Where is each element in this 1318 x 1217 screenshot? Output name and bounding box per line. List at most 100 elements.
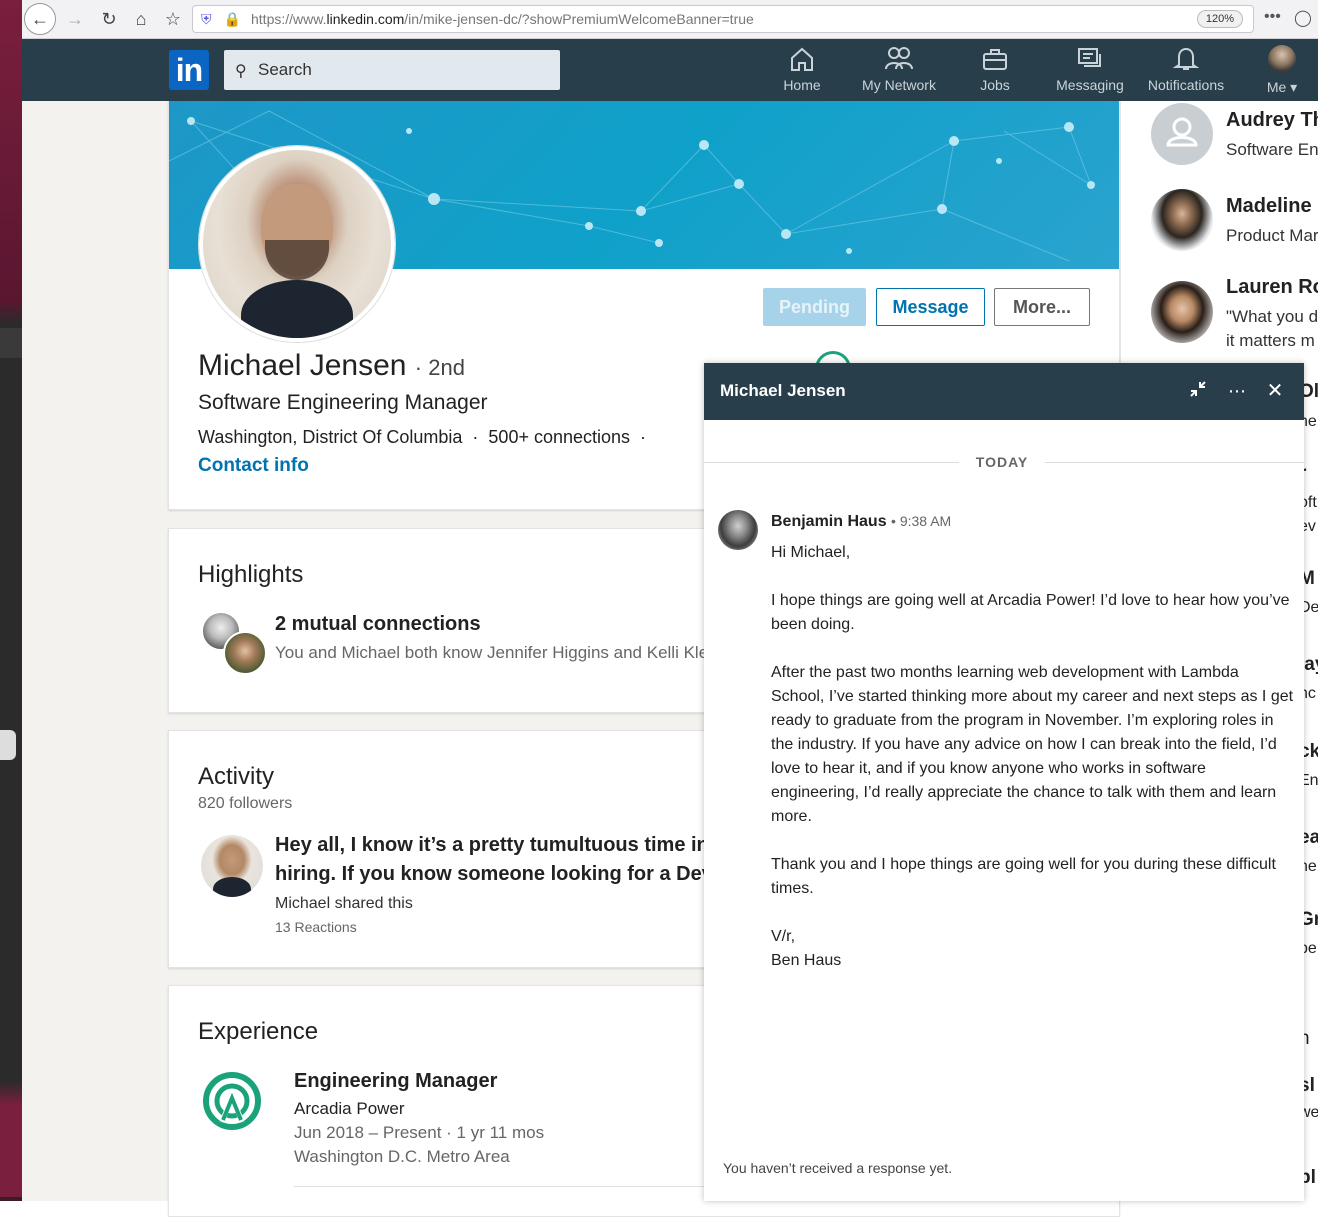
- nav-messaging[interactable]: Messaging: [1054, 45, 1126, 93]
- pending-button[interactable]: Pending: [763, 288, 866, 326]
- person-placeholder-icon: [1166, 117, 1198, 147]
- activity-shared-text: Michael shared this: [275, 895, 413, 912]
- close-icon[interactable]: ✕: [1263, 379, 1287, 403]
- message-window-header[interactable]: Michael Jensen ⋯ ✕: [704, 363, 1304, 420]
- nav-me[interactable]: Me ▾: [1258, 39, 1306, 96]
- bookmark-icon[interactable]: ☆: [158, 4, 188, 34]
- profile-headline: Software Engineering Manager: [198, 391, 488, 414]
- person-headline: Product Mar: [1226, 226, 1318, 245]
- experience-title: Experience: [198, 1018, 319, 1045]
- person-name: Lauren Ro: [1226, 276, 1318, 298]
- person-headline: "What you d: [1226, 307, 1318, 326]
- avatar: [1151, 281, 1213, 343]
- mutual-connections-title[interactable]: 2 mutual connections: [275, 613, 481, 636]
- url-domain: linkedin.com: [326, 11, 405, 27]
- minimize-icon[interactable]: [1186, 379, 1210, 403]
- home-icon[interactable]: ⌂: [126, 4, 156, 34]
- message-paragraph: I hope things are going well at Arcadia …: [771, 592, 1290, 633]
- pocket-icon[interactable]: ◯: [1294, 8, 1312, 28]
- nav-me-text: Me: [1266, 79, 1287, 95]
- more-options-icon[interactable]: ⋯: [1225, 379, 1249, 403]
- experience-dates: Jun 2018 – Present · 1 yr 11 mos: [294, 1123, 545, 1142]
- person-name: Audrey Th: [1226, 109, 1318, 131]
- page-actions-menu-icon[interactable]: •••: [1264, 8, 1281, 26]
- person-name: Madeline I: [1226, 195, 1318, 217]
- url-bar[interactable]: ⛨ 🔒 https://www.linkedin.com/in/mike-jen…: [192, 5, 1254, 33]
- divider: [1045, 462, 1304, 463]
- nav-messaging-label: Messaging: [1056, 77, 1124, 93]
- nav-jobs[interactable]: Jobs: [970, 45, 1020, 93]
- me-avatar: [1268, 45, 1296, 73]
- avatar: [223, 631, 267, 675]
- eject-icon[interactable]: [0, 730, 16, 760]
- desktop-edge: [0, 0, 22, 1201]
- message-button[interactable]: Message: [876, 288, 985, 326]
- message-window-title[interactable]: Michael Jensen: [720, 381, 846, 401]
- network-icon: [885, 47, 913, 70]
- back-arrow-icon[interactable]: ←: [24, 3, 56, 35]
- collapse-arrows-icon: [1190, 381, 1206, 397]
- home-icon: [791, 47, 813, 71]
- profile-photo-beard: [265, 240, 329, 280]
- linkedin-nav: in ⚲ Home My Network Jobs Messaging Noti…: [22, 39, 1318, 101]
- mutual-avatars[interactable]: [201, 611, 267, 675]
- nav-notifications-label: Notifications: [1147, 77, 1225, 93]
- experience-location: Washington D.C. Metro Area: [294, 1147, 510, 1166]
- profile-photo-suit: [241, 280, 353, 338]
- profile-location-line: Washington, District Of Columbia · 500+ …: [198, 427, 647, 447]
- nav-my-network-label: My Network: [862, 77, 936, 93]
- forward-arrow-icon[interactable]: →: [60, 4, 90, 34]
- followers-count: 820 followers: [198, 795, 293, 812]
- search-input[interactable]: [256, 58, 550, 82]
- avatar[interactable]: [201, 835, 263, 897]
- briefcase-icon: [983, 49, 1007, 70]
- url-text[interactable]: https://www.linkedin.com/in/mike-jensen-…: [251, 6, 754, 32]
- profile-photo[interactable]: [199, 146, 395, 342]
- more-button[interactable]: More...: [994, 288, 1090, 326]
- lock-icon[interactable]: 🔒: [224, 6, 241, 32]
- desktop-panel-control: [0, 328, 22, 358]
- divider: [704, 462, 959, 463]
- nav-home[interactable]: Home: [774, 45, 830, 93]
- mutual-connections-sub: You and Michael both know Jennifer Higgi…: [275, 643, 709, 662]
- sender-name[interactable]: Benjamin Haus: [771, 513, 887, 530]
- nav-my-network[interactable]: My Network: [856, 45, 942, 93]
- message-paragraph: After the past two months learning web d…: [771, 664, 1294, 825]
- bell-icon: [1173, 47, 1199, 70]
- avatar: [1151, 103, 1213, 165]
- profile-name: Michael Jensen: [198, 349, 407, 382]
- url-prefix: https://www.: [251, 11, 327, 27]
- reload-icon[interactable]: ↻: [94, 4, 124, 34]
- avatar-suit: [213, 877, 251, 897]
- person-headline: Software En: [1226, 140, 1318, 159]
- url-path: /in/mike-jensen-dc/?showPremiumWelcomeBa…: [404, 11, 754, 27]
- message-signoff: V/r,: [771, 928, 796, 945]
- arcadia-logo-icon[interactable]: [203, 1072, 261, 1130]
- message-status: You haven’t received a response yet.: [723, 1160, 953, 1176]
- caret-down-icon: ▾: [1290, 79, 1298, 95]
- search-bar[interactable]: ⚲: [224, 50, 560, 90]
- connections-count[interactable]: 500+ connections: [488, 427, 630, 447]
- message-paragraph: Thank you and I hope things are going we…: [771, 856, 1276, 897]
- message-paragraph: Hi Michael,: [771, 544, 851, 561]
- nav-home-label: Home: [783, 77, 821, 93]
- person-headline: it matters m: [1226, 331, 1315, 350]
- message-timestamp: • 9:38 AM: [891, 513, 952, 529]
- zoom-level-badge[interactable]: 120%: [1196, 10, 1243, 28]
- message-window: Michael Jensen ⋯ ✕ TODAY Benjamin Haus •…: [704, 363, 1304, 1201]
- linkedin-logo[interactable]: in: [169, 50, 209, 90]
- experience-role[interactable]: Engineering Manager: [294, 1070, 497, 1093]
- reactions-count[interactable]: 13 Reactions: [275, 919, 357, 935]
- nav-me-label: Me ▾: [1258, 79, 1306, 96]
- messaging-icon: [1078, 48, 1101, 67]
- message-signature: Ben Haus: [771, 952, 842, 969]
- contact-info-link[interactable]: Contact info: [198, 455, 309, 477]
- connection-degree: · 2nd: [414, 355, 465, 380]
- highlights-title: Highlights: [198, 561, 304, 588]
- nav-notifications[interactable]: Notifications: [1144, 45, 1228, 93]
- shield-icon[interactable]: ⛨: [201, 6, 212, 32]
- avatar: [1151, 189, 1213, 251]
- message-body: Hi Michael, I hope things are going well…: [771, 541, 1295, 973]
- avatar[interactable]: [718, 510, 758, 550]
- browser-toolbar: ← → ↻ ⌂ ☆ ⛨ 🔒 https://www.linkedin.com/i…: [22, 0, 1318, 39]
